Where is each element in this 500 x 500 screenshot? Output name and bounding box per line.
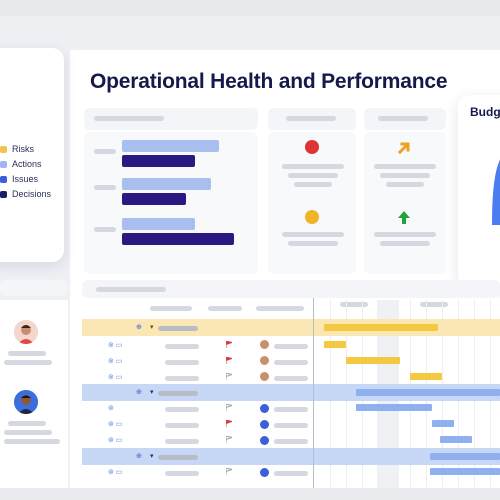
- avatar[interactable]: [260, 404, 269, 413]
- avatar[interactable]: [260, 468, 269, 477]
- arrow-up-icon: [398, 211, 410, 224]
- decisions-swatch: [0, 190, 7, 198]
- flag-icon[interactable]: [226, 373, 232, 380]
- page-title: Operational Health and Performance: [90, 70, 448, 93]
- gantt-bar[interactable]: [410, 373, 442, 380]
- legend-item-decisions[interactable]: Decisions: [0, 189, 51, 199]
- row-label-placeholder: [94, 227, 116, 232]
- row-label-placeholder: [94, 185, 116, 190]
- budget-gauge: [492, 159, 500, 225]
- top-bar: [0, 0, 500, 16]
- gantt-bar[interactable]: [440, 436, 472, 443]
- chevron-down-icon[interactable]: ▾: [150, 452, 154, 460]
- risks-swatch: [0, 145, 7, 153]
- gantt-bar[interactable]: [324, 341, 346, 348]
- legend-label: Risks: [12, 144, 34, 154]
- avatar[interactable]: [260, 372, 269, 381]
- avatar[interactable]: [260, 436, 269, 445]
- avatar[interactable]: [260, 356, 269, 365]
- chevron-down-icon[interactable]: ▾: [150, 323, 154, 331]
- summary-bar-dark[interactable]: [122, 233, 234, 245]
- legend-item-issues[interactable]: Issues: [0, 174, 38, 184]
- gantt-bar[interactable]: [346, 357, 400, 364]
- people-header: [0, 280, 68, 296]
- legend-label: Actions: [12, 159, 42, 169]
- flag-icon[interactable]: [226, 436, 232, 443]
- summary-bar-dark[interactable]: [122, 193, 186, 205]
- avatar[interactable]: [14, 320, 38, 344]
- gantt-bar[interactable]: [324, 324, 438, 331]
- summary-bar-light[interactable]: [122, 140, 219, 152]
- flag-icon[interactable]: [226, 468, 232, 475]
- health-status-red-dot: [305, 140, 319, 154]
- link-icon[interactable]: ⊚ ▭: [108, 357, 122, 365]
- link-icon[interactable]: ⊚ ▭: [108, 420, 122, 428]
- flag-icon[interactable]: [226, 357, 232, 364]
- legend-label: Decisions: [12, 189, 52, 199]
- avatar[interactable]: [260, 420, 269, 429]
- chevron-down-icon[interactable]: ▾: [150, 388, 154, 396]
- link-icon[interactable]: ⊚ ▭: [108, 436, 122, 444]
- budget-title: Budge: [470, 105, 500, 119]
- summary-panel-header: [84, 108, 258, 130]
- actions-swatch: [0, 160, 7, 168]
- issues-swatch: [0, 175, 7, 183]
- flag-icon[interactable]: [226, 420, 232, 427]
- summary-bar-dark[interactable]: [122, 155, 195, 167]
- lock-icon: ⊕: [136, 324, 142, 331]
- link-icon[interactable]: ⊚: [108, 404, 114, 412]
- budget-card[interactable]: Budge: [458, 95, 500, 287]
- arrow-up-right-icon: [397, 142, 410, 155]
- health-status-amber-dot: [305, 210, 319, 224]
- avatar[interactable]: [260, 340, 269, 349]
- gantt-bar[interactable]: [356, 389, 500, 396]
- summary-bar-light[interactable]: [122, 178, 211, 190]
- link-icon[interactable]: ⊚ ▭: [108, 373, 122, 381]
- legend-label: Issues: [12, 174, 39, 184]
- bottom-strip: [0, 488, 500, 500]
- gantt-splitter[interactable]: [313, 298, 314, 500]
- health-panel-header: [268, 108, 356, 130]
- legend-item-actions[interactable]: Actions: [0, 159, 42, 169]
- legend-card: Risks Actions Issues Decisions: [0, 48, 64, 262]
- lock-icon: ⊕: [136, 453, 142, 460]
- flag-icon[interactable]: [226, 341, 232, 348]
- trend-panel-header: [364, 108, 446, 130]
- gantt-header: [82, 280, 500, 298]
- lock-icon: ⊕: [136, 389, 142, 396]
- row-label-placeholder: [94, 149, 116, 154]
- summary-bar-light[interactable]: [122, 218, 195, 230]
- legend-item-risks[interactable]: Risks: [0, 144, 34, 154]
- gantt-bar[interactable]: [430, 453, 500, 460]
- gantt-bar[interactable]: [356, 404, 432, 411]
- flag-icon[interactable]: [226, 404, 232, 411]
- link-icon[interactable]: ⊚ ▭: [108, 468, 122, 476]
- people-panel: [0, 300, 68, 500]
- link-icon[interactable]: ⊚ ▭: [108, 341, 122, 349]
- avatar[interactable]: [14, 390, 38, 414]
- gantt-bar[interactable]: [430, 468, 500, 475]
- gantt-bar[interactable]: [432, 420, 454, 427]
